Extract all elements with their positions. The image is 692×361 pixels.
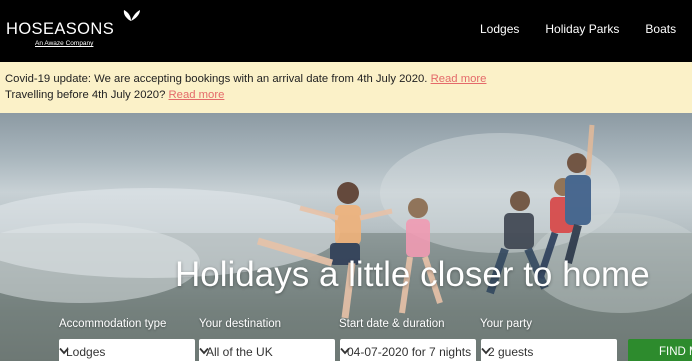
logo-tagline[interactable]: An Awaze Company: [35, 40, 93, 47]
start-date-label: Start date & duration: [339, 318, 445, 330]
banner-text-1: Covid-19 update: We are accepting bookin…: [5, 73, 431, 85]
party-select[interactable]: 2 guests: [481, 339, 617, 361]
read-more-link-2[interactable]: Read more: [169, 89, 225, 101]
chevron-down-icon: [59, 347, 69, 355]
start-date-value: 04-07-2020 for 7 nights: [347, 345, 472, 359]
party-label: Your party: [480, 318, 532, 330]
hoseasons-logo[interactable]: HOSEASONS An Awaze Company: [6, 9, 146, 51]
chevron-down-icon: [199, 347, 209, 355]
hero-section: Holidays a little closer to home Accommo…: [0, 113, 692, 361]
leaf-icon: [123, 10, 140, 21]
site-header: HOSEASONS An Awaze Company Lodges Holida…: [0, 0, 692, 62]
accommodation-type-value: Lodges: [66, 345, 106, 359]
hero-title: Holidays a little closer to home: [175, 255, 650, 294]
banner-line-2: Travelling before 4th July 2020? Read mo…: [5, 87, 687, 103]
accommodation-type-select[interactable]: Lodges: [59, 339, 195, 361]
logo-wordmark: HOSEASONS: [6, 20, 115, 38]
accommodation-type-label: Accommodation type: [59, 318, 167, 330]
main-nav: Lodges Holiday Parks Boats Co: [480, 22, 692, 36]
read-more-link-1[interactable]: Read more: [431, 73, 487, 85]
nav-item-holiday-parks[interactable]: Holiday Parks: [545, 22, 619, 36]
nav-item-boats[interactable]: Boats: [645, 22, 676, 36]
chevron-down-icon: [340, 347, 350, 355]
destination-value: All of the UK: [206, 345, 273, 359]
start-date-select[interactable]: 04-07-2020 for 7 nights: [340, 339, 476, 361]
destination-label: Your destination: [199, 318, 282, 330]
party-value: 2 guests: [488, 345, 534, 359]
covid-banner: Covid-19 update: We are accepting bookin…: [0, 62, 692, 113]
nav-item-lodges[interactable]: Lodges: [480, 22, 519, 36]
find-button[interactable]: FIND M: [628, 339, 692, 361]
banner-line-1: Covid-19 update: We are accepting bookin…: [5, 71, 687, 87]
destination-select[interactable]: All of the UK: [199, 339, 335, 361]
chevron-down-icon: [481, 347, 491, 355]
banner-text-2: Travelling before 4th July 2020?: [5, 89, 169, 101]
